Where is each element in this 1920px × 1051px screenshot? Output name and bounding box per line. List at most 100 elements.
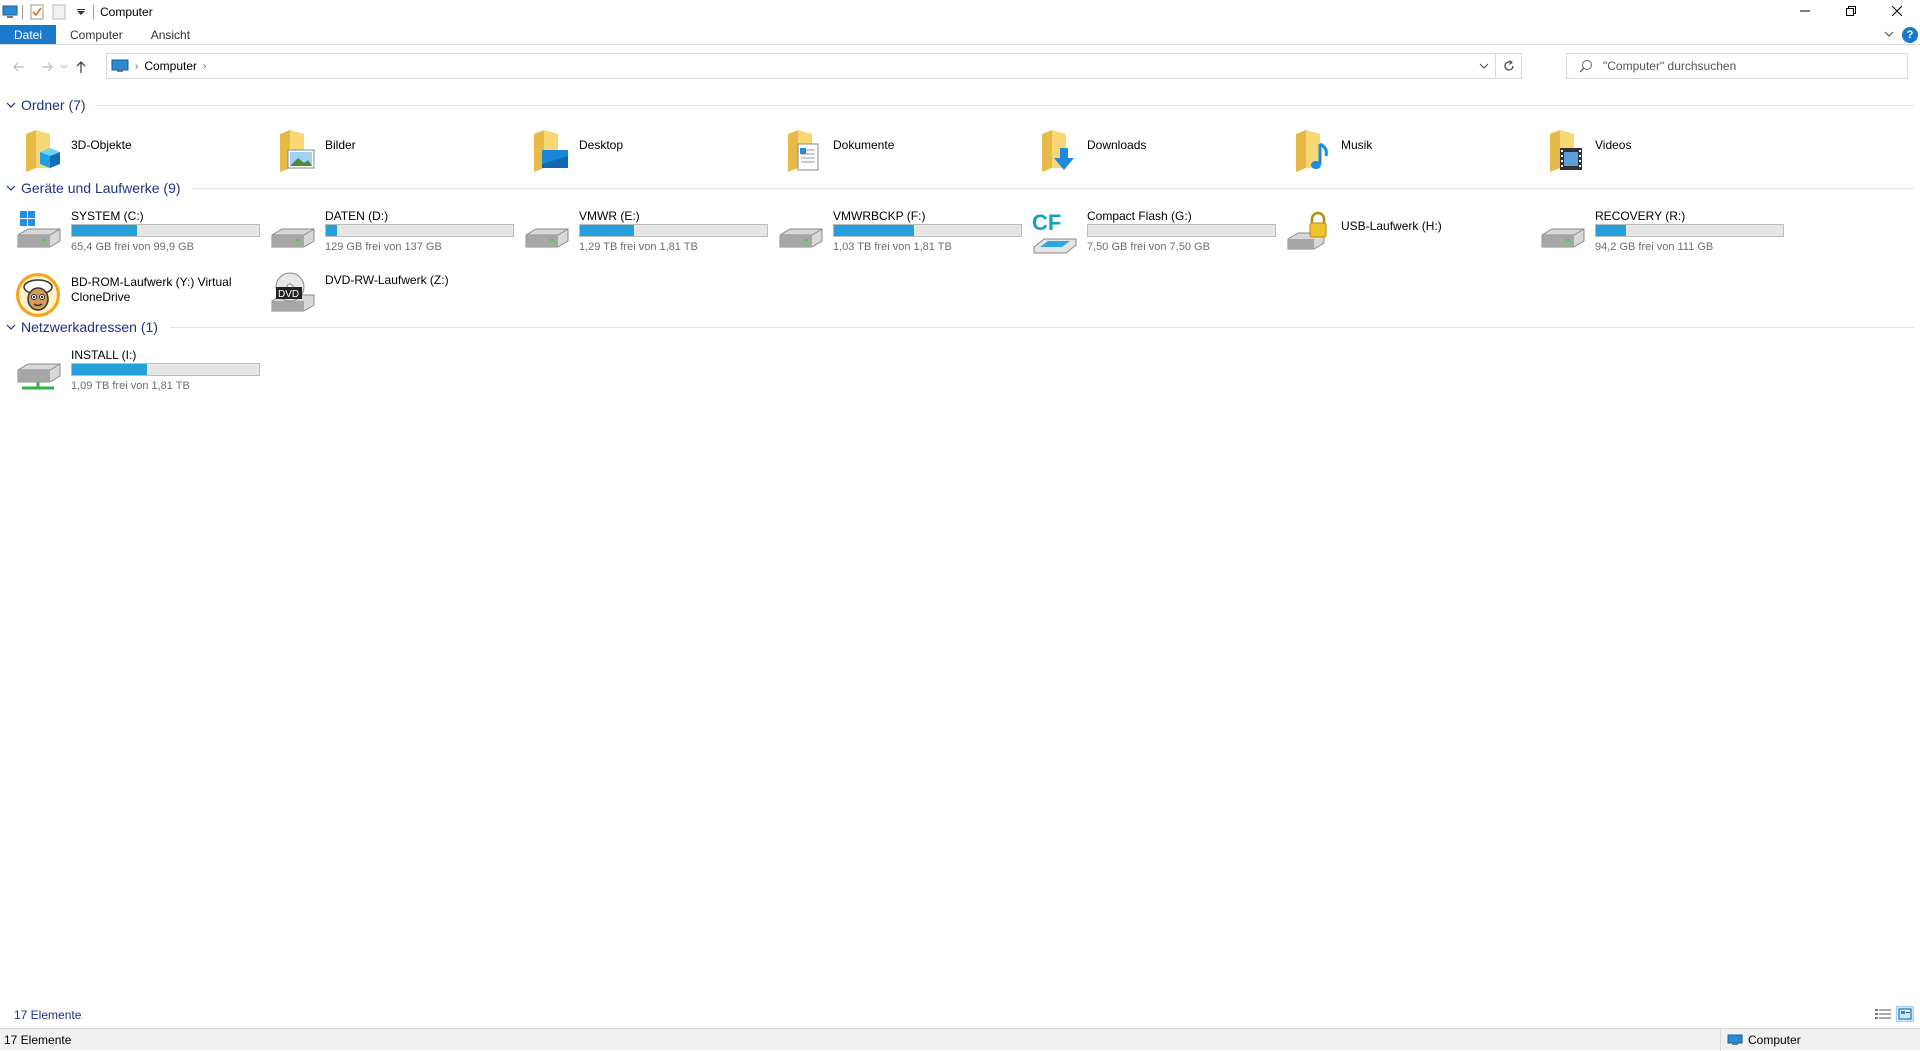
drive-capacity-fill bbox=[72, 225, 138, 236]
drive-free-space: 65,4 GB frei von 99,9 GB bbox=[71, 241, 194, 253]
drive-capacity-bar bbox=[71, 224, 260, 237]
search-box[interactable] bbox=[1566, 53, 1908, 79]
item-name: Downloads bbox=[1087, 138, 1147, 152]
item-name: RECOVERY (R:) bbox=[1595, 209, 1686, 223]
svg-text:CF: CF bbox=[1032, 210, 1061, 235]
folder-downloads[interactable]: Downloads bbox=[1016, 122, 1270, 174]
locked-drive-icon bbox=[1287, 211, 1327, 250]
folder-desktop[interactable]: Desktop bbox=[508, 122, 762, 174]
svg-text:DVD: DVD bbox=[278, 289, 299, 300]
help-icon[interactable]: ? bbox=[1902, 27, 1918, 43]
folder-downloads-icon bbox=[1042, 130, 1074, 172]
search-icon bbox=[1579, 60, 1592, 73]
item-name: Desktop bbox=[579, 138, 624, 152]
title-bar: Computer bbox=[0, 0, 1920, 24]
item-name: Bilder bbox=[325, 138, 356, 152]
collapse-chevron-icon bbox=[6, 185, 16, 191]
computer-app-icon[interactable] bbox=[2, 4, 18, 20]
expand-ribbon-chevron-icon[interactable] bbox=[1884, 28, 1894, 42]
breadcrumb-computer[interactable]: Computer bbox=[144, 59, 197, 73]
ribbon-tabs: Datei Computer Ansicht ? bbox=[0, 25, 1920, 45]
group-divider bbox=[192, 188, 1914, 189]
item-name: BD-ROM-Laufwerk (Y:) Virtual bbox=[71, 275, 232, 289]
group-title: Ordner (7) bbox=[21, 97, 86, 113]
item-name-line2: CloneDrive bbox=[71, 290, 131, 304]
compact-flash-icon: CF bbox=[1032, 210, 1077, 254]
item-name: SYSTEM (C:) bbox=[71, 209, 144, 223]
group-header-network[interactable]: Netzwerkadressen (1) bbox=[6, 317, 158, 337]
clonedrive-sheep-icon bbox=[16, 273, 60, 317]
drive-capacity-fill bbox=[580, 225, 635, 236]
group-header-devices[interactable]: Geräte und Laufwerke (9) bbox=[6, 178, 181, 198]
folder-videos[interactable]: Videos bbox=[1524, 122, 1778, 174]
group-title: Geräte und Laufwerke (9) bbox=[21, 180, 181, 196]
folder-3d-objekte[interactable]: 3D-Objekte bbox=[0, 122, 254, 174]
dvd-drive-icon: DVD bbox=[271, 272, 315, 312]
folder-3d-objects-icon bbox=[26, 130, 60, 172]
item-name: Dokumente bbox=[833, 138, 895, 152]
drive-capacity-bar bbox=[325, 224, 514, 237]
folder-bilder[interactable]: Bilder bbox=[254, 122, 508, 174]
restore-button[interactable] bbox=[1828, 0, 1874, 22]
drive-recovery-r[interactable]: RECOVERY (R:) 94,2 GB frei von 111 GB bbox=[1524, 203, 1784, 255]
drive-free-space: 94,2 GB frei von 111 GB bbox=[1595, 241, 1714, 253]
back-button[interactable] bbox=[8, 56, 30, 78]
folder-pictures-icon bbox=[280, 130, 315, 172]
window-title: Computer bbox=[100, 5, 153, 19]
item-name: VMWR (E:) bbox=[579, 209, 640, 223]
tab-ansicht[interactable]: Ansicht bbox=[137, 25, 204, 44]
forward-button[interactable] bbox=[36, 56, 58, 78]
computer-icon bbox=[111, 59, 129, 72]
tab-datei[interactable]: Datei bbox=[0, 25, 57, 44]
breadcrumb-separator-icon[interactable]: › bbox=[203, 61, 206, 72]
new-folder-icon[interactable] bbox=[51, 4, 67, 20]
search-input[interactable] bbox=[1603, 59, 1903, 73]
item-name: USB-Laufwerk (H:) bbox=[1341, 219, 1442, 233]
up-button[interactable] bbox=[70, 56, 92, 78]
item-name: DVD-RW-Laufwerk (Z:) bbox=[325, 273, 449, 287]
item-name: Musik bbox=[1341, 138, 1373, 152]
recent-locations-chevron-icon[interactable] bbox=[58, 56, 70, 78]
address-bar[interactable]: › Computer › bbox=[106, 53, 1522, 79]
drive-vmwr-e[interactable]: VMWR (E:) 1,29 TB frei von 1,81 TB bbox=[508, 203, 768, 255]
minimize-button[interactable] bbox=[1782, 0, 1828, 22]
hard-drive-icon bbox=[1541, 228, 1585, 248]
tab-computer[interactable]: Computer bbox=[56, 25, 137, 44]
group-header-folders[interactable]: Ordner (7) bbox=[6, 95, 86, 115]
folder-videos-icon bbox=[1550, 130, 1582, 172]
hard-drive-icon bbox=[525, 228, 569, 248]
status-item-count: 17 Elemente bbox=[4, 1032, 72, 1047]
folder-dokumente[interactable]: Dokumente bbox=[762, 122, 1016, 174]
properties-icon[interactable] bbox=[29, 4, 45, 20]
folder-music-icon bbox=[1296, 130, 1328, 172]
item-name: 3D-Objekte bbox=[71, 138, 132, 152]
drive-bd-rom-y[interactable]: BD-ROM-Laufwerk (Y:) Virtual CloneDrive bbox=[0, 265, 254, 317]
folder-musik[interactable]: Musik bbox=[1270, 122, 1524, 174]
drive-system-c[interactable]: SYSTEM (C:) 65,4 GB frei von 99,9 GB bbox=[0, 203, 260, 255]
details-view-icon[interactable] bbox=[1874, 1006, 1892, 1022]
close-button[interactable] bbox=[1874, 0, 1920, 22]
drive-capacity-bar bbox=[833, 224, 1022, 237]
drive-usb-h[interactable]: USB-Laufwerk (H:) bbox=[1270, 203, 1524, 255]
customize-toolbar-chevron-icon[interactable] bbox=[73, 4, 89, 20]
drive-compact-flash-g[interactable]: CF Compact Flash (G:) 7,50 GB frei von 7… bbox=[1016, 203, 1276, 255]
refresh-button[interactable] bbox=[1495, 54, 1521, 78]
item-name: INSTALL (I:) bbox=[71, 348, 137, 362]
drive-capacity-fill bbox=[834, 225, 915, 236]
drive-install-i[interactable]: INSTALL (I:) 1,09 TB frei von 1,81 TB bbox=[0, 342, 260, 394]
drive-dvd-rw-z[interactable]: DVD DVD-RW-Laufwerk (Z:) bbox=[254, 265, 508, 317]
computer-icon bbox=[1727, 1034, 1743, 1045]
group-divider bbox=[170, 327, 1914, 328]
drive-vmwrbckp-f[interactable]: VMWRBCKP (F:) 1,03 TB frei von 1,81 TB bbox=[762, 203, 1022, 255]
drive-capacity-bar bbox=[1595, 224, 1784, 237]
drive-capacity-fill bbox=[1596, 225, 1626, 236]
tiles-view-icon[interactable] bbox=[1896, 1006, 1914, 1022]
status-location: Computer bbox=[1720, 1029, 1801, 1051]
windows-drive-icon bbox=[17, 211, 61, 248]
address-history-chevron-icon[interactable] bbox=[1473, 54, 1495, 78]
breadcrumb-separator-icon[interactable]: › bbox=[135, 61, 138, 72]
drive-daten-d[interactable]: DATEN (D:) 129 GB frei von 137 GB bbox=[254, 203, 514, 255]
status-location-label: Computer bbox=[1748, 1033, 1801, 1047]
drive-capacity-bar bbox=[1087, 224, 1276, 237]
item-name: Compact Flash (G:) bbox=[1087, 209, 1192, 223]
